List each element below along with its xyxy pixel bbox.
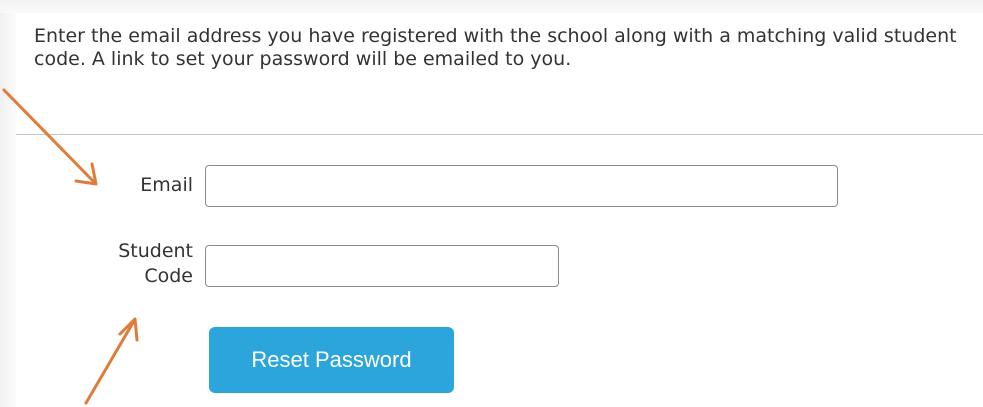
reset-password-button[interactable]: Reset Password [209, 327, 454, 393]
divider [16, 134, 983, 135]
page: Enter the email address you have registe… [0, 0, 983, 407]
student-code-label-line2: Code [144, 265, 193, 287]
instructions-text: Enter the email address you have registe… [34, 25, 957, 70]
page-shadow-left [0, 0, 16, 407]
student-code-input[interactable] [205, 245, 559, 287]
page-shadow-top [0, 0, 983, 13]
student-code-label-line1: Student [118, 240, 193, 262]
reset-password-panel: Enter the email address you have registe… [16, 13, 983, 407]
email-label: Email [140, 174, 193, 196]
email-input[interactable] [205, 165, 838, 207]
student-code-label: Student Code [76, 239, 193, 289]
